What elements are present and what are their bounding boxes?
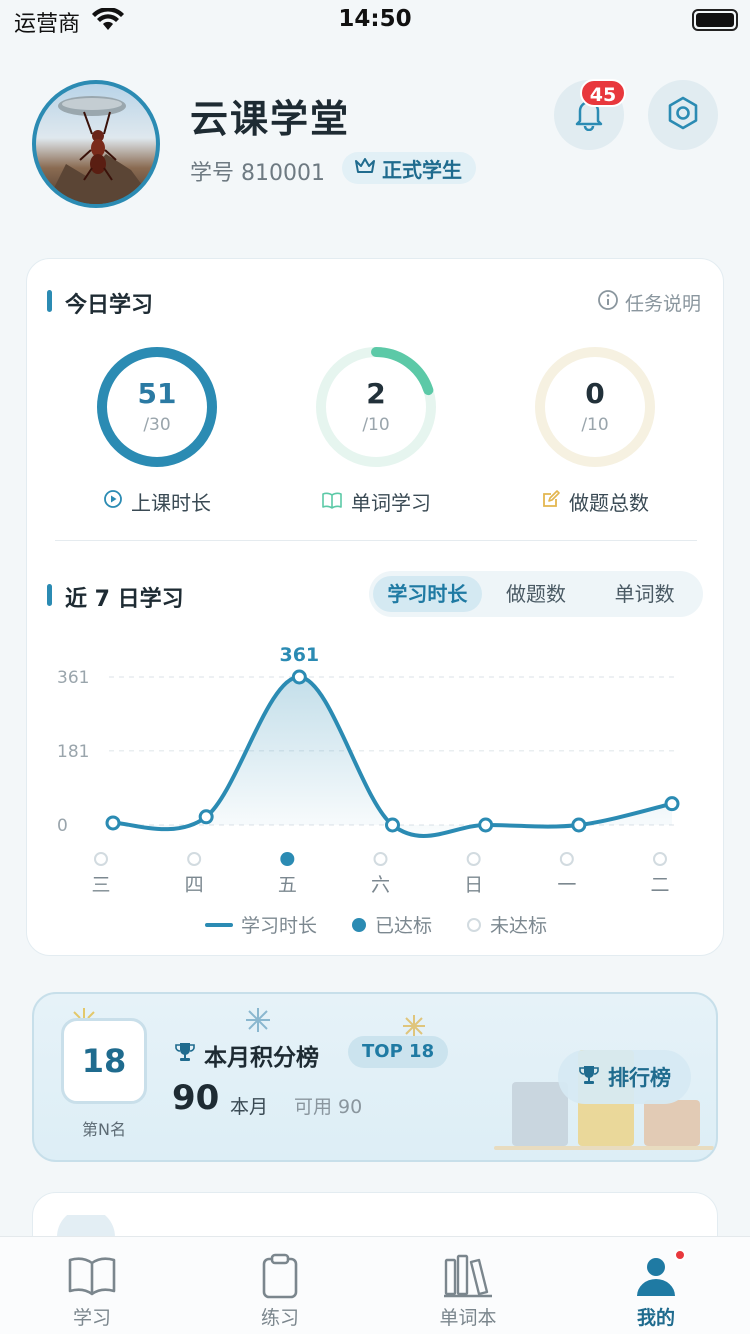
not-reached-dot <box>466 852 481 866</box>
trophy-icon <box>174 1041 196 1069</box>
gear-icon <box>665 95 701 135</box>
weekly-line-chart: 0 181 361 361 三 四 五 六 日 一 二 <box>57 644 680 896</box>
top-badge: TOP 18 <box>348 1036 449 1068</box>
vocabulary-goal: /10 <box>362 415 390 435</box>
x-tick-label: 六 <box>371 874 390 896</box>
exercises-label: 做题总数 <box>505 487 685 516</box>
data-point <box>291 669 307 685</box>
x-tick-label: 一 <box>557 874 576 896</box>
member-badge: 正式学生 <box>342 152 476 184</box>
task-help-label: 任务说明 <box>624 293 701 315</box>
ring-exercises: 0 /10 <box>533 345 657 469</box>
not-reached-dot <box>94 852 108 866</box>
data-point <box>105 815 121 831</box>
points-value: 90 <box>172 1078 220 1118</box>
star-icon <box>403 1015 425 1037</box>
clock: 14:50 <box>338 6 412 32</box>
tab-practice[interactable]: 练习 <box>220 1253 340 1330</box>
edit-icon <box>541 489 561 514</box>
not-reached-dot <box>559 852 574 866</box>
tab-word-count[interactable]: 单词数 <box>590 576 699 612</box>
available-points: 可用 90 <box>294 1096 363 1118</box>
y-tick-label: 181 <box>57 742 89 762</box>
leaderboard-button[interactable]: 排行榜 <box>558 1050 691 1104</box>
rank-caption: 第N名 <box>82 1120 126 1139</box>
series-line <box>112 674 673 838</box>
data-point <box>571 817 587 833</box>
area-fill <box>113 676 672 836</box>
class-duration-goal: /30 <box>143 415 171 435</box>
tab-study-time[interactable]: 学习时长 <box>373 576 482 612</box>
unread-dot <box>674 1249 686 1261</box>
open-book-icon <box>32 1253 152 1299</box>
podium-base <box>494 1146 714 1150</box>
rank-title: 本月积分榜 <box>174 1038 319 1072</box>
tab-exercise-count[interactable]: 做题数 <box>482 576 591 612</box>
battery-icon <box>692 9 738 31</box>
x-tick-label: 四 <box>185 874 204 896</box>
not-reached-dot <box>653 852 667 866</box>
legend-study-time: 学习时长 <box>204 911 317 938</box>
legend-not-reached: 未达标 <box>466 911 547 938</box>
x-tick-label: 三 <box>91 874 110 896</box>
podium-bar <box>512 1082 568 1146</box>
legend-reached: 已达标 <box>351 911 432 938</box>
info-icon <box>597 289 619 316</box>
status-bar: 运营商 14:50 <box>0 0 750 44</box>
book-icon <box>321 490 343 514</box>
points-label: 本月 <box>230 1096 269 1118</box>
vocabulary-label: 单词学习 <box>286 487 466 516</box>
x-tick-label: 日 <box>464 874 483 896</box>
reached-dot <box>280 852 295 866</box>
x-tick-label: 二 <box>650 874 669 896</box>
divider <box>55 540 697 541</box>
notification-count-badge: 45 <box>580 79 626 107</box>
snowflake-icon <box>246 1008 270 1032</box>
app-name: 云课学堂 <box>190 97 351 141</box>
chart-legend: 学习时长 已达标 未达标 <box>27 911 725 938</box>
member-badge-label: 正式学生 <box>382 157 462 182</box>
exercises-goal: /10 <box>581 415 609 435</box>
class-duration-label: 上课时长 <box>67 487 247 516</box>
avatar[interactable] <box>32 80 160 208</box>
tab-wordbook[interactable]: 单词本 <box>408 1253 528 1330</box>
trophy-icon <box>578 1064 600 1091</box>
bottom-tab-bar: 学习 练习 单词本 我的 <box>0 1236 750 1334</box>
user-icon <box>596 1253 716 1299</box>
class-duration-value: 51 <box>137 377 177 410</box>
data-point <box>385 817 400 833</box>
settings-button[interactable] <box>648 80 718 150</box>
tab-mine[interactable]: 我的 <box>596 1253 716 1330</box>
peak-label: 361 <box>279 644 319 666</box>
data-point <box>664 796 680 812</box>
rank-number: 18 <box>61 1018 147 1104</box>
data-point <box>198 809 214 825</box>
exercises-value: 0 <box>585 377 605 410</box>
data-point <box>478 817 494 833</box>
today-study-card: 今日学习 任务说明 51 /30 上课时长 2 /10 单词学习 0 /10 做… <box>26 258 724 956</box>
podium-bar <box>644 1100 700 1146</box>
ring-class-duration: 51 /30 <box>95 345 219 469</box>
task-help-link[interactable]: 任务说明 <box>597 289 701 316</box>
not-reached-dot <box>187 852 202 866</box>
vocabulary-value: 2 <box>366 377 386 410</box>
ring-vocabulary: 2 /10 <box>314 345 438 469</box>
not-reached-dot <box>373 852 388 866</box>
crown-icon <box>354 156 376 180</box>
today-title: 今日学习 <box>47 287 153 319</box>
metric-segmented-control: 学习时长 做题数 单词数 <box>369 571 703 617</box>
clipboard-icon <box>220 1253 340 1299</box>
y-tick-label: 0 <box>57 816 68 836</box>
week-title: 近 7 日学习 <box>47 581 184 613</box>
play-icon <box>103 489 123 514</box>
student-id: 学号 810001 <box>190 161 325 186</box>
tab-study[interactable]: 学习 <box>32 1253 152 1330</box>
monthly-rank-card[interactable]: 18 第N名 本月积分榜 TOP 18 90 本月 可用 90 排行榜 <box>32 992 718 1162</box>
books-icon <box>408 1253 528 1299</box>
x-tick-label: 五 <box>278 874 297 896</box>
y-tick-label: 361 <box>57 668 89 688</box>
